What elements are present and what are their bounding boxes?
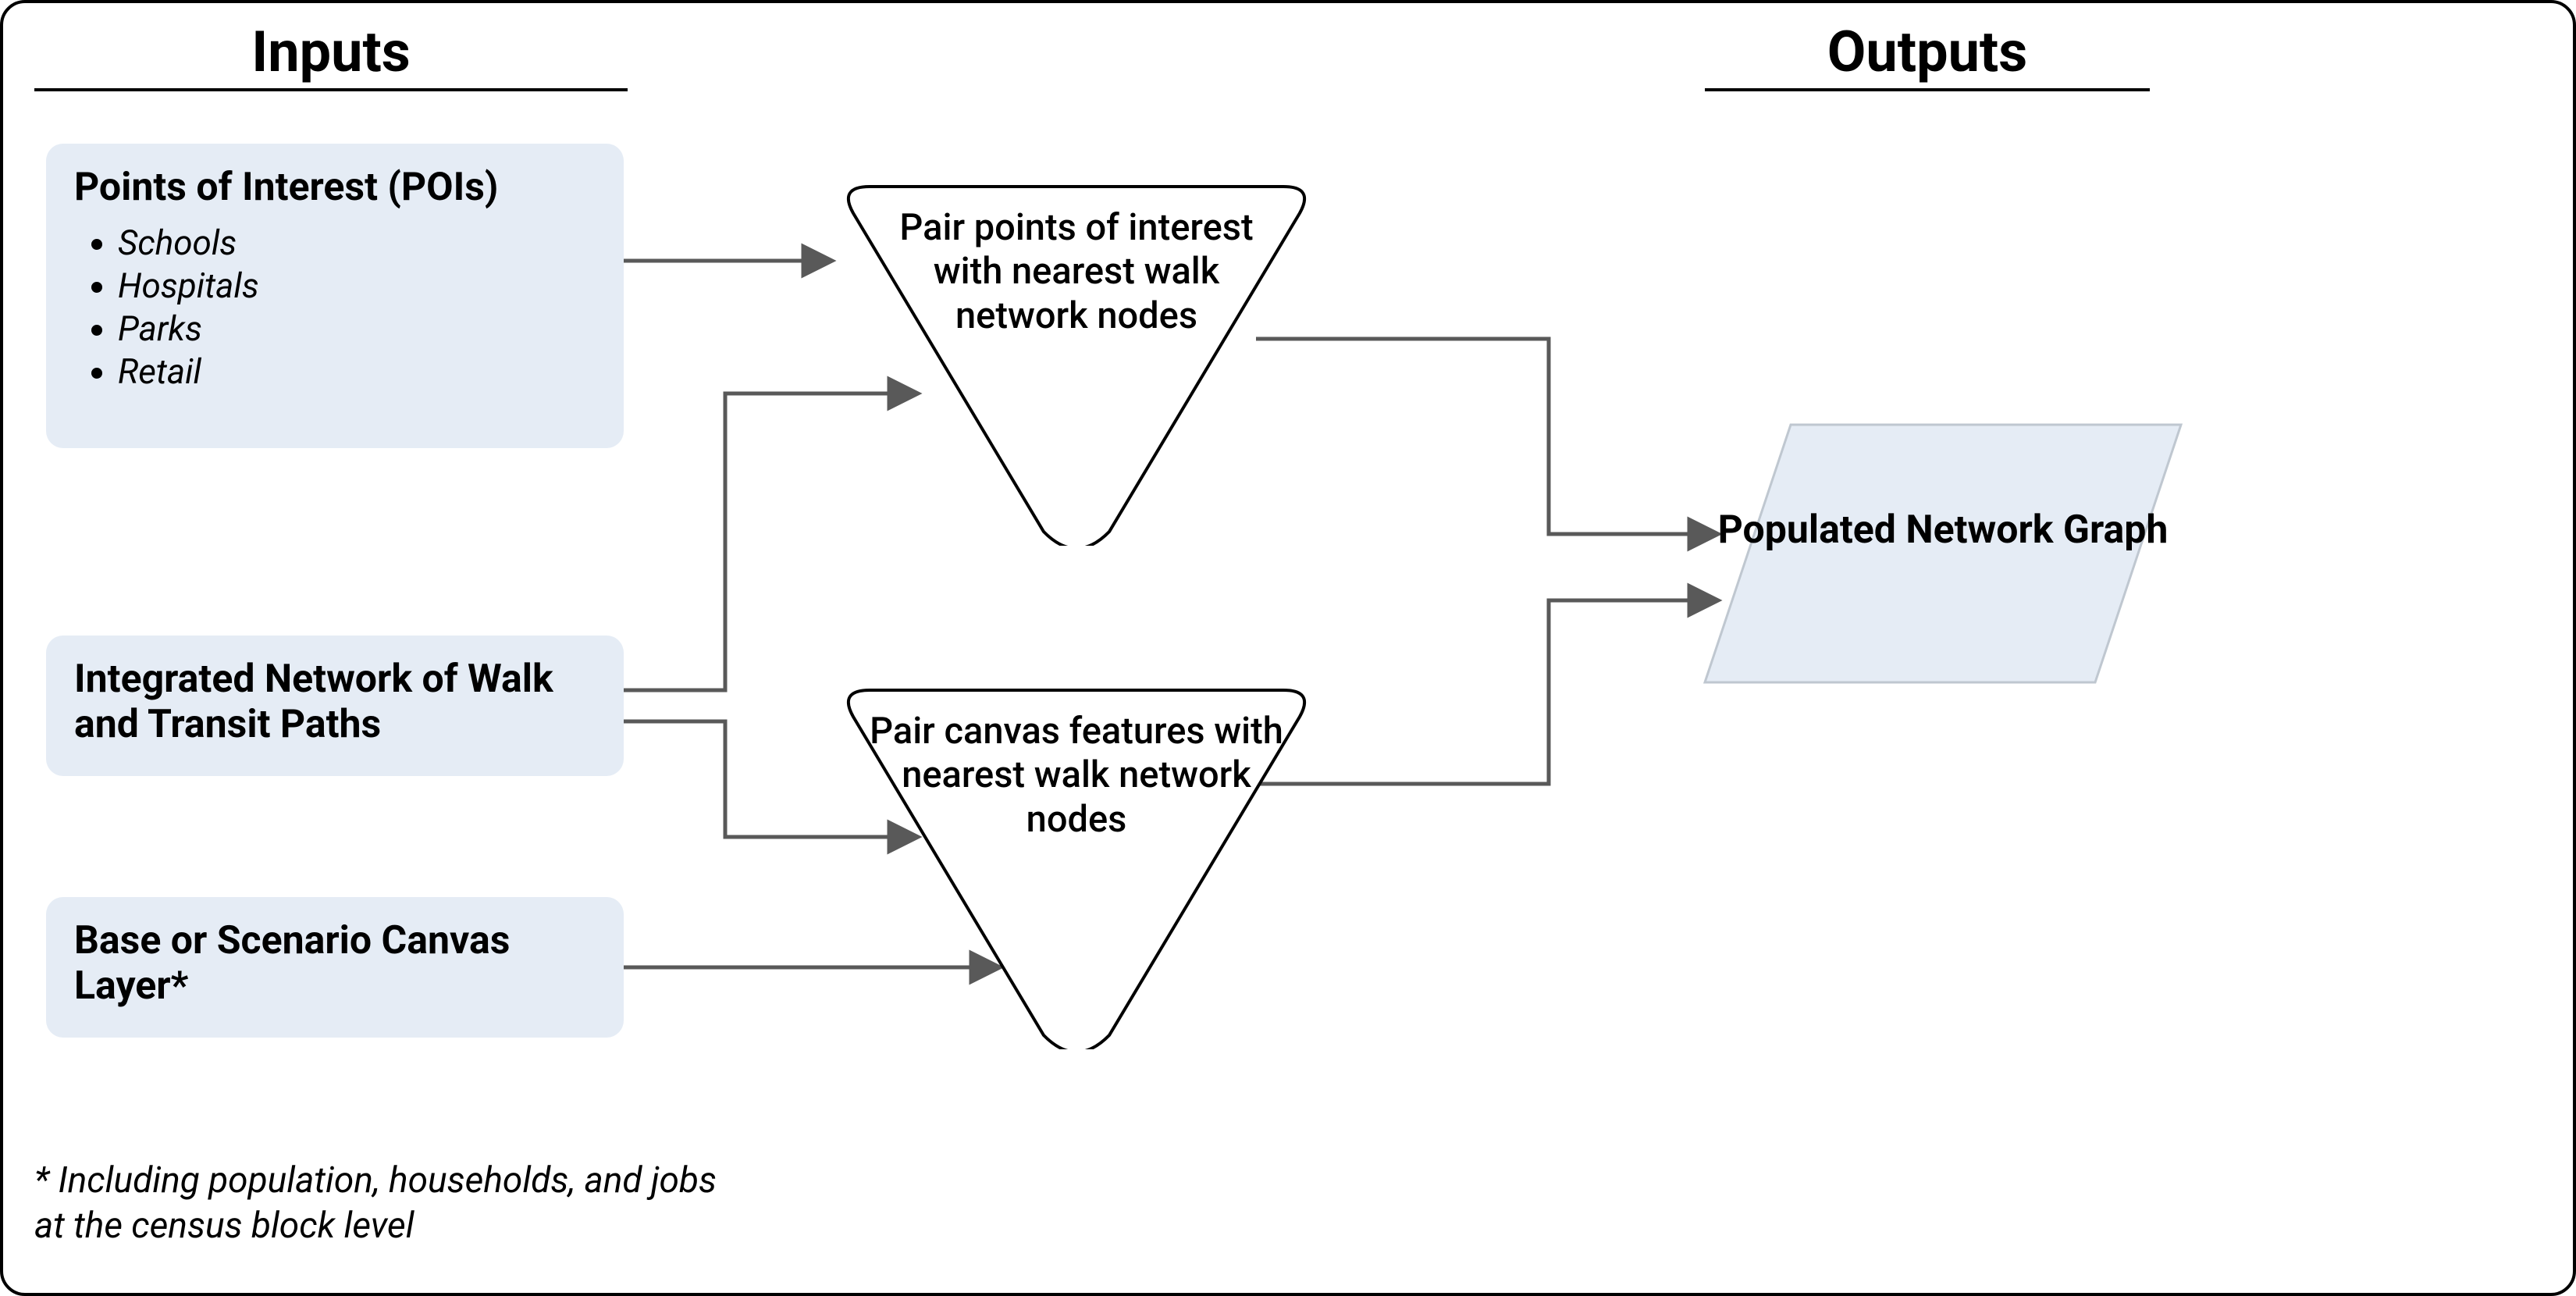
input-network-title: Integrated Network of Walk and Transit P… xyxy=(74,657,596,747)
outputs-heading-text: Outputs xyxy=(1827,19,2028,85)
inputs-heading-text: Inputs xyxy=(251,19,411,85)
input-box-canvas: Base or Scenario Canvas Layer* xyxy=(46,897,624,1038)
list-item: Schools xyxy=(118,222,596,265)
output-populated-graph: Populated Network Graph xyxy=(1697,417,2189,690)
outputs-heading: Outputs xyxy=(1705,19,2150,91)
output-label: Populated Network Graph xyxy=(1697,507,2189,554)
parallelogram-shape xyxy=(1697,417,2189,690)
process-pair-canvas-label: Pair canvas features with nearest walk n… xyxy=(834,710,1318,842)
process-pair-canvas: Pair canvas features with nearest walk n… xyxy=(834,675,1318,1049)
input-poi-title: Points of Interest (POIs) xyxy=(74,166,596,211)
list-item: Retail xyxy=(118,351,596,393)
process-pair-poi: Pair points of interest with nearest wal… xyxy=(834,171,1318,546)
input-box-poi: Points of Interest (POIs) Schools Hospit… xyxy=(46,144,624,448)
process-pair-poi-label: Pair points of interest with nearest wal… xyxy=(834,206,1318,338)
input-canvas-title: Base or Scenario Canvas Layer* xyxy=(74,919,596,1009)
inputs-heading: Inputs xyxy=(34,19,628,91)
footnote: * Including population, households, and … xyxy=(34,1159,737,1248)
list-item: Parks xyxy=(118,308,596,351)
flow-diagram: Inputs Outputs Points of Interest (POIs)… xyxy=(0,0,2576,1296)
input-box-network: Integrated Network of Walk and Transit P… xyxy=(46,636,624,776)
input-poi-list: Schools Hospitals Parks Retail xyxy=(74,222,596,393)
list-item: Hospitals xyxy=(118,265,596,308)
